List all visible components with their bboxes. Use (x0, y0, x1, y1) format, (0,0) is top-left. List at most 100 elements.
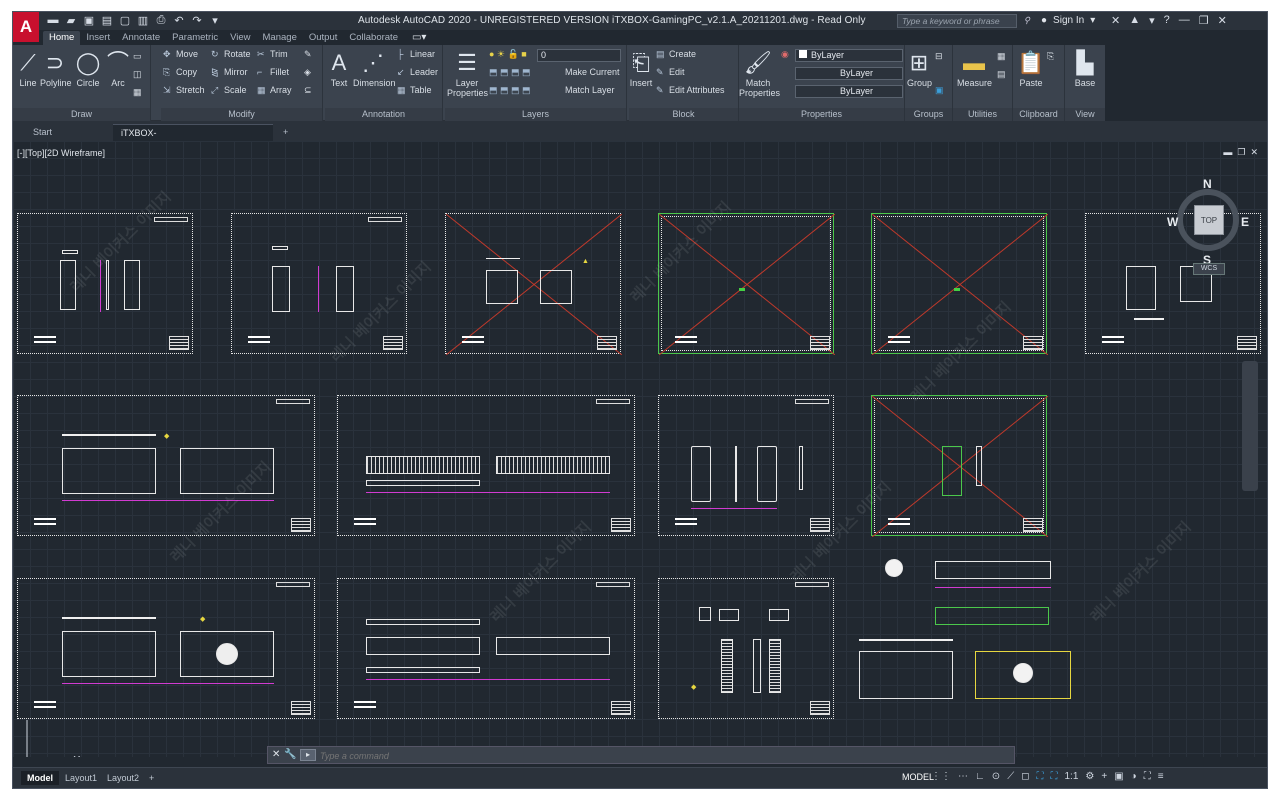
ortho-icon[interactable]: ∟ (975, 771, 985, 782)
customize-icon[interactable]: 🔧 (284, 749, 296, 760)
command-input[interactable] (320, 749, 1000, 762)
panel-part[interactable] (935, 561, 1051, 579)
array-button[interactable]: ▦ Array (257, 83, 292, 97)
rotate-button[interactable]: ↻ Rotate (211, 47, 251, 61)
customization-icon[interactable]: ≡ (1158, 771, 1164, 782)
chevron-down-icon[interactable]: ▾ (1090, 15, 1095, 26)
a360-icon[interactable]: ▲ (1129, 14, 1140, 27)
tab-model[interactable]: Model (21, 771, 59, 785)
drawing-sheet[interactable] (871, 213, 1048, 355)
panel-title-groups[interactable]: Groups (905, 108, 952, 121)
drawing-sheet[interactable] (871, 395, 1048, 537)
explode-icon[interactable]: ◈ (304, 65, 311, 79)
chevron-down-icon[interactable]: ▾ (1149, 14, 1155, 27)
hardware-acceleration-icon[interactable]: ▣ (1114, 771, 1123, 782)
quick-calc-icon[interactable]: ▦ (997, 49, 1006, 63)
plot-icon[interactable]: ⎙ (155, 14, 167, 27)
color-dropdown[interactable]: ByLayer (795, 49, 903, 62)
erase-icon[interactable]: ✎ (304, 47, 312, 61)
panel-part[interactable] (859, 651, 953, 699)
viewcube-top-face[interactable]: TOP (1194, 205, 1224, 235)
mirror-button[interactable]: ⧎ Mirror (211, 65, 248, 79)
tab-home[interactable]: Home (43, 31, 81, 45)
measure-button[interactable]: ▬ Measure (957, 48, 992, 88)
tab-output[interactable]: Output (303, 31, 344, 45)
make-current-button[interactable]: Make Current (565, 65, 620, 79)
create-block-button[interactable]: ▤ Create (656, 47, 696, 61)
paste-button[interactable]: 📋 Paste (1017, 48, 1045, 88)
new-icon[interactable]: ▬ (47, 14, 59, 27)
save-icon[interactable]: ▣ (83, 14, 95, 27)
customize-qat-icon[interactable]: ▾ (209, 14, 221, 27)
gradient-icon[interactable]: ▦ (133, 85, 142, 99)
help-icon[interactable]: ? (1164, 14, 1170, 27)
trim-button[interactable]: ✂ Trim (257, 47, 288, 61)
compass-north[interactable]: N (1203, 177, 1212, 191)
close-icon[interactable]: ✕ (272, 749, 280, 760)
panel-title-view[interactable]: View (1065, 108, 1105, 121)
auto-scale-icon[interactable]: ⛶ (1051, 771, 1058, 782)
drawing-sheet[interactable] (658, 395, 834, 536)
edit-block-button[interactable]: ✎ Edit (656, 65, 685, 79)
linear-button[interactable]: ├ Linear (397, 47, 435, 61)
sign-in-area[interactable]: ● Sign In ▾ (1041, 15, 1095, 26)
tab-parametric[interactable]: Parametric (166, 31, 224, 45)
tab-layout2[interactable]: Layout2 (101, 771, 145, 785)
wcs-menu[interactable]: WCS (1193, 263, 1225, 275)
rectangle-icon[interactable]: ▭ (133, 49, 142, 63)
panel-title-block[interactable]: Block (629, 108, 738, 121)
hatch-icon[interactable]: ◫ (133, 67, 142, 81)
drawing-sheet[interactable] (337, 578, 635, 719)
match-properties-button[interactable]: 🖌 Match Properties (739, 48, 780, 98)
drawing-sheet[interactable]: ◆ (17, 395, 315, 536)
offset-icon[interactable]: ⊆ (304, 83, 312, 97)
command-history-icon[interactable]: ▸ (300, 749, 316, 761)
text-button[interactable]: A Text (327, 48, 351, 88)
layer-properties-button[interactable]: ☰ Layer Properties (447, 48, 488, 98)
panel-part[interactable] (935, 607, 1049, 625)
undo-icon[interactable]: ↶ (173, 14, 185, 27)
base-view-button[interactable]: ▙ Base (1071, 48, 1099, 88)
minimize-icon[interactable]: — (1179, 14, 1190, 27)
application-menu-button[interactable]: A (13, 12, 39, 42)
plus-icon[interactable]: + (1101, 771, 1107, 782)
annotation-visibility-icon[interactable]: ⛶ (1037, 771, 1044, 782)
new-tab-button[interactable]: + (275, 124, 296, 141)
sign-in-label[interactable]: Sign In (1053, 15, 1084, 26)
drawing-sheet[interactable]: ◆ (658, 578, 834, 719)
tab-collaborate[interactable]: Collaborate (343, 31, 404, 45)
redo-icon[interactable]: ↷ (191, 14, 203, 27)
tab-drawing[interactable]: iTXBOX-GamingPC_v2.1.A_20211201* ✕ (113, 124, 273, 154)
restore-icon[interactable]: ❐ (1199, 14, 1209, 27)
match-layer-button[interactable]: Match Layer (565, 83, 615, 97)
ribbon-display-toggle-icon[interactable]: ▭▾ (404, 31, 434, 45)
drawing-sheet[interactable]: ◆ (17, 578, 315, 719)
isodraft-icon[interactable]: ⟋ (1007, 771, 1014, 782)
tab-manage[interactable]: Manage (257, 31, 303, 45)
compass-east[interactable]: E (1241, 215, 1249, 229)
group-select-icon[interactable]: ▣ (935, 83, 944, 97)
viewcube[interactable]: TOP N S E W WCS (1167, 177, 1249, 287)
navigation-bar[interactable] (1242, 361, 1258, 491)
polyline-button[interactable]: ⊃ Polyline (40, 48, 72, 88)
help-search-input[interactable]: Type a keyword or phrase ⚲ (897, 14, 1030, 28)
drawing-area[interactable]: [-][Top][2D Wireframe] ▬❐✕ ▲ ◆ ◆ ◆ TOP N… (13, 141, 1267, 757)
add-layout-button[interactable]: + (143, 771, 160, 785)
tab-annotate[interactable]: Annotate (116, 31, 166, 45)
table-button[interactable]: ▦ Table (397, 83, 432, 97)
fillet-button[interactable]: ⌐ Fillet (257, 65, 289, 79)
viewport-window-controls[interactable]: ▬❐✕ (1223, 147, 1263, 158)
layer-tools-row2-icons[interactable]: ⬒ ⬒ ⬒ ⬒ (489, 83, 531, 97)
snap-icon[interactable]: ⋯ (958, 771, 968, 782)
panel-title-annotation[interactable]: Annotation (325, 108, 442, 121)
close-icon[interactable]: ✕ (1218, 14, 1227, 27)
save-as-icon[interactable]: ▤ (101, 14, 113, 27)
leader-button[interactable]: ↙ Leader (397, 65, 438, 79)
dimension-button[interactable]: ⋰ Dimension (353, 48, 396, 88)
object-snap-icon[interactable]: ◻ (1021, 771, 1029, 782)
isolate-objects-icon[interactable]: ◑ (1131, 771, 1137, 782)
fan-part[interactable] (885, 559, 903, 577)
panel-title-layers[interactable]: Layers (445, 108, 626, 121)
drawing-sheet[interactable] (337, 395, 635, 536)
grid-icon[interactable]: ⋮⋮ (931, 771, 951, 782)
